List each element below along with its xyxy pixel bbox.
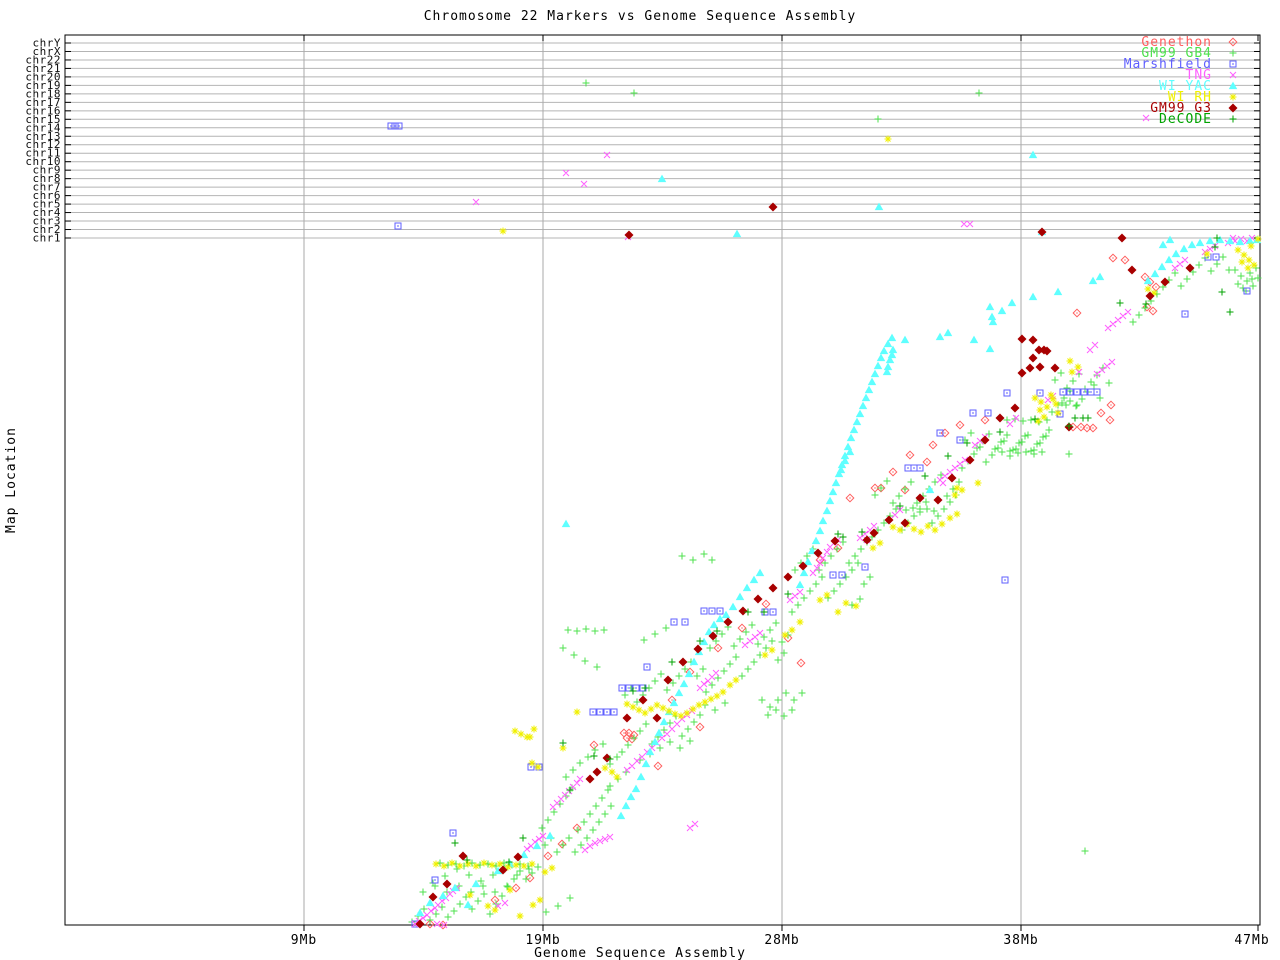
y-axis-label-chr1: chr1 [33,231,62,244]
series-tng-points [412,115,1255,928]
series-wirh-points [433,136,1262,920]
chart-title: Chromosome 22 Markers vs Genome Sequence… [0,9,1280,24]
series-gm99gb4-points [409,80,1262,926]
chart-window: chrYchrXchr22chr21chr20chr19chr18chr17ch… [0,0,1280,960]
series-genethon-points [426,254,1160,929]
legend-symbol-genethon [1229,38,1237,46]
series-gm99g3-points [416,203,1194,928]
series-decode-points [452,235,1234,866]
y-axis-title: Map Location [4,427,19,533]
legend-symbol-wirh [1230,94,1237,101]
series-marshfield-points [388,123,1250,927]
legend-symbol-decode [1230,116,1237,123]
chart-canvas: chrYchrXchr22chr21chr20chr19chr18chr17ch… [0,0,1280,960]
legend-label-decode: DeCODE [1159,112,1212,127]
plot-border [65,35,1260,925]
x-axis-title: Genome Sequence Assembly [0,946,1280,960]
legend-symbol-marshfield [1230,61,1236,67]
legend-symbol-gm99gb4 [1230,50,1237,57]
